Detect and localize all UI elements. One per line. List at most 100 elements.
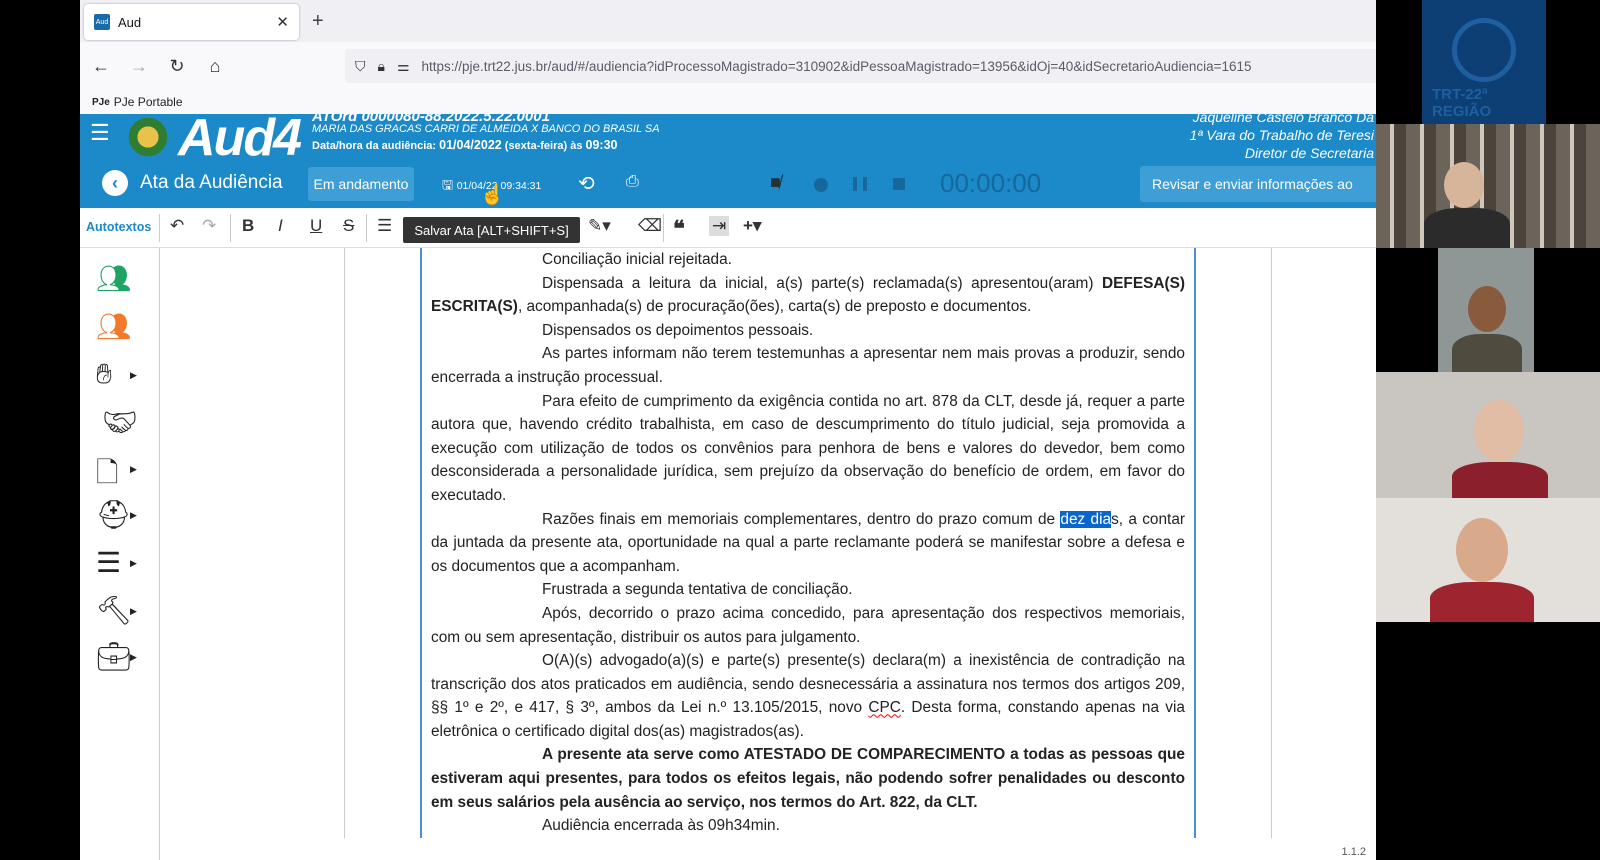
screen: Aud Aud ✕ + ← → ↻ ⌂ ⛉ 🔒︎ ⚌ https://pje.t…: [0, 0, 1600, 860]
chevron-right-icon: ▶: [130, 558, 137, 568]
stop-icon[interactable]: [893, 178, 905, 190]
indent-icon[interactable]: ⇥: [709, 216, 730, 236]
favicon-icon: Aud: [94, 14, 110, 30]
spellcheck-word: CPC: [868, 699, 901, 717]
main-toolbar: ‹ Ata da Audiência Em andamento 🖫︎ 01/04…: [80, 160, 1376, 208]
user-role: Diretor de Secretaria: [1244, 145, 1374, 160]
pje-bookmark-icon: PJe: [92, 96, 110, 108]
participant-head: [1444, 162, 1484, 208]
group-orange-icon[interactable]: 👥︎: [96, 310, 132, 343]
user-info: Jaqueline Castelo Branco Da 1ª Vara do T…: [1190, 114, 1374, 160]
medkit-icon[interactable]: ⛑︎: [96, 498, 132, 531]
coat-of-arms-logo: [122, 114, 174, 160]
forward-icon[interactable]: →: [122, 49, 156, 83]
divider: [366, 214, 367, 242]
autotexts-label[interactable]: Autotextos: [86, 220, 151, 234]
divider: [663, 214, 664, 242]
date-value: 01/04/2022: [439, 138, 502, 152]
browser-window: Aud Aud ✕ + ← → ↻ ⌂ ⛉ 🔒︎ ⚌ https://pje.t…: [80, 0, 1376, 860]
video-tile-participant-3[interactable]: [1376, 372, 1600, 498]
redo-icon[interactable]: ↷: [202, 216, 216, 236]
court-tile-label: TRT-22ª REGIÃO: [1432, 86, 1492, 120]
bookmark-pje-portable[interactable]: PJe Portable: [114, 95, 183, 109]
paragraph: Razões finais em memoriais complementare…: [431, 508, 1185, 579]
document-icon[interactable]: 🗋: [96, 452, 119, 500]
close-tab-icon[interactable]: ✕: [276, 13, 289, 31]
paragraph: Para efeito de cumprimento da exigência …: [431, 392, 1185, 504]
video-tile-participant-1[interactable]: [1376, 124, 1600, 248]
time-value: 09:30: [585, 138, 618, 152]
page-title: Ata da Audiência: [140, 172, 283, 193]
italic-button[interactable]: I: [278, 216, 283, 236]
quote-icon[interactable]: ❝: [673, 216, 685, 242]
strikethrough-button[interactable]: S: [343, 216, 354, 236]
divider: [159, 214, 160, 242]
home-icon[interactable]: ⌂: [198, 49, 232, 83]
text-run: , acompanhada(s) de procuração(ões), car…: [517, 298, 1032, 316]
print-icon[interactable]: ⎙: [626, 173, 639, 191]
undo-icon[interactable]: ↶: [170, 216, 184, 236]
briefcase-icon[interactable]: 💼︎: [96, 640, 132, 673]
app-header: ☰ Aud4 ATOrd 0000080-88.2022.5.22.0001 M…: [80, 114, 1376, 160]
editor-toolbar: Autotextos ↶ ↷ B I U S ☰ ✎▾ ⌫ ❝ ⇥ +▾: [80, 208, 1376, 248]
floppy-icon: 🖫︎: [442, 177, 457, 192]
bookmarks-bar: PJe PJe Portable: [80, 90, 1376, 114]
highlight-icon[interactable]: ✎▾: [588, 216, 611, 236]
status-badge[interactable]: Em andamento: [308, 167, 414, 201]
shield-icon[interactable]: ⛉: [355, 58, 366, 75]
database-icon[interactable]: ☰: [96, 546, 121, 579]
participant-body: [1452, 334, 1522, 372]
video-participants: TRT-22ª REGIÃO: [1376, 0, 1600, 860]
paragraph: Dispensados os depoimentos pessoais.: [542, 321, 814, 339]
back-icon[interactable]: ←: [84, 49, 118, 83]
align-left-icon[interactable]: ☰: [377, 216, 392, 236]
bold-button[interactable]: B: [242, 216, 254, 236]
eraser-icon[interactable]: ⌫: [638, 216, 662, 236]
paragraph: O(A)(s) advogado(a)(s) e parte(s) presen…: [431, 649, 1185, 743]
paragraph-bold: A presente ata serve como ATESTADO DE CO…: [431, 746, 1185, 811]
gavel-icon[interactable]: 🔨︎: [96, 594, 132, 627]
participant-head: [1474, 400, 1524, 462]
paragraph: Após, decorrido o prazo acima concedido,…: [431, 604, 1185, 646]
chevron-right-icon: ▶: [130, 510, 137, 520]
handshake-icon[interactable]: 🤝︎: [102, 406, 138, 439]
underline-button[interactable]: U: [310, 216, 322, 236]
participant-head: [1456, 518, 1508, 582]
court-emblem: [1452, 18, 1516, 82]
new-tab-button[interactable]: +: [312, 10, 324, 33]
insert-icon[interactable]: +▾: [743, 216, 761, 236]
browser-tab[interactable]: Aud Aud ✕: [84, 4, 299, 40]
document-text[interactable]: Conciliação inicial rejeitada. Dispensad…: [420, 248, 1196, 838]
video-tile-court[interactable]: TRT-22ª REGIÃO: [1422, 0, 1546, 124]
menu-icon[interactable]: ☰: [90, 120, 110, 146]
paragraph: Frustrada a segunda tentativa de concili…: [542, 581, 853, 599]
url-text[interactable]: https://pje.trt22.jus.br/aud/#/audiencia…: [422, 59, 1373, 74]
participant-body: [1452, 462, 1548, 498]
chevron-right-icon: ▶: [130, 652, 137, 662]
tab-title: Aud: [118, 14, 142, 30]
video-tile-participant-4[interactable]: [1376, 498, 1600, 622]
permissions-icon[interactable]: ⚌: [397, 58, 410, 75]
hand-icon[interactable]: ✋︎: [96, 358, 112, 391]
lock-icon[interactable]: 🔒︎: [378, 58, 385, 75]
tab-bar: Aud Aud ✕ +: [80, 0, 1376, 42]
chevron-right-icon: ▶: [130, 464, 137, 474]
history-icon[interactable]: ⟲: [578, 171, 595, 196]
group-green-icon[interactable]: 👥︎: [96, 262, 132, 295]
reload-icon[interactable]: ↻: [160, 49, 194, 83]
save-tooltip: Salvar Ata [ALT+SHIFT+S]: [403, 217, 580, 243]
address-bar[interactable]: ⛉ 🔒︎ ⚌ https://pje.trt22.jus.br/aud/#/au…: [345, 49, 1376, 83]
review-send-button[interactable]: Revisar e enviar informações ao: [1140, 166, 1376, 202]
mouse-pointer-icon: ☝: [480, 184, 505, 206]
document-area: Conciliação inicial rejeitada. Dispensad…: [160, 248, 1376, 850]
pause-icon[interactable]: [853, 177, 867, 191]
divider: [230, 214, 231, 242]
chevron-right-icon: ▶: [130, 370, 137, 380]
video-tile-participant-2[interactable]: [1438, 248, 1534, 372]
process-parties: MARIA DAS GRACAS CARRI DE ALMEIDA X BANC…: [312, 123, 660, 135]
version-label: 1.1.2: [1341, 846, 1366, 858]
back-circle-icon[interactable]: ‹: [102, 170, 128, 196]
record-icon[interactable]: [814, 178, 828, 192]
paragraph: As partes informam não terem testemunhas…: [431, 345, 1185, 386]
camera-off-icon[interactable]: ■̸: [770, 172, 781, 193]
